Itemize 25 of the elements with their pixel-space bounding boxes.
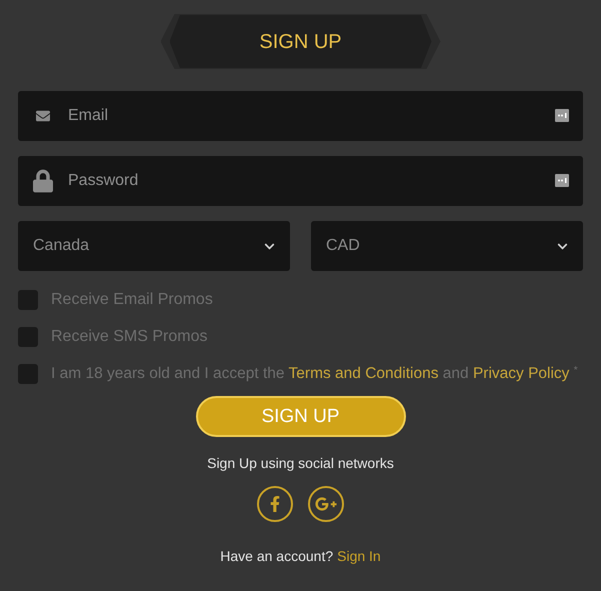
social-caption: Sign Up using social networks	[207, 454, 394, 474]
dropdown-select[interactable]: CAD	[311, 221, 583, 271]
chevron-down-icon	[557, 240, 568, 252]
password-field[interactable]: Password	[18, 156, 583, 206]
envelope-icon	[34, 109, 52, 123]
email-field[interactable]: Email	[18, 91, 583, 141]
checkbox-label: Receive Email Promos	[51, 290, 213, 310]
padlock-icon	[33, 169, 53, 193]
checkbox-label: Receive SMS Promos	[51, 327, 208, 347]
facebook-icon	[268, 496, 282, 512]
privacy-link[interactable]: Privacy Policy	[472, 365, 570, 382]
terms-label: I am 18 years old and I accept the Terms and Conditions and Privacy Policy $^{*}$	[51, 364, 578, 384]
chevron-down-icon	[264, 240, 275, 252]
checkbox[interactable]	[18, 327, 38, 347]
dropdown-select[interactable]: Canada	[18, 221, 290, 271]
autofill-icon	[555, 109, 569, 122]
terms-link[interactable]: Terms and Conditions	[288, 365, 438, 382]
sign-in-link[interactable]: Sign In	[337, 546, 381, 568]
autofill-icon	[555, 174, 569, 187]
google-plus-icon	[315, 495, 337, 514]
checkbox[interactable]	[18, 364, 38, 384]
checkbox[interactable]	[18, 290, 38, 310]
footer-text: Have an account?	[220, 547, 334, 566]
facebook-button[interactable]	[257, 486, 293, 522]
google-plus-button[interactable]	[308, 486, 344, 522]
